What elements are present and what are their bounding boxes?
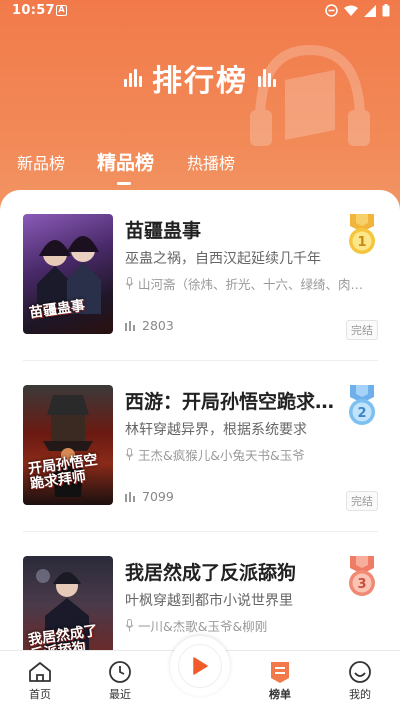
tab-premium[interactable]: 精品榜 bbox=[97, 148, 154, 175]
app-notification-icon: A bbox=[56, 5, 67, 16]
page-title-wrap: 排行榜 bbox=[124, 56, 276, 100]
gold-medal-icon: 1 bbox=[349, 214, 375, 254]
ranking-list: 苗疆蛊事 苗疆蛊事 巫蛊之祸，自西汉起延续几千年 山河斋（徐炜、折光、十六、绿绮… bbox=[0, 190, 400, 660]
book-title[interactable]: 我居然成了反派舔狗 bbox=[125, 558, 340, 585]
play-count-bars-icon bbox=[125, 320, 135, 331]
dnd-icon bbox=[325, 4, 338, 17]
tab-new[interactable]: 新品榜 bbox=[17, 150, 65, 174]
book-description: 巫蛊之祸，自西汉起延续几千年 bbox=[125, 251, 321, 267]
play-icon bbox=[193, 657, 208, 675]
rank-number: 1 bbox=[357, 235, 366, 250]
play-count-value: 2803 bbox=[142, 318, 174, 333]
book-authors: 山河斋（徐炜、折光、十六、绿绮、肉包） bbox=[125, 274, 375, 293]
play-count-bars-icon bbox=[125, 491, 135, 502]
book-authors: 一川&杰歌&玉爷&柳刚 bbox=[125, 616, 375, 635]
home-icon bbox=[29, 662, 51, 682]
nav-ranking[interactable]: 榜单 bbox=[250, 659, 310, 702]
profile-icon bbox=[349, 661, 371, 683]
book-description: 林轩穿越异界，根据系统要求 bbox=[125, 422, 307, 438]
ranking-icon bbox=[271, 662, 289, 683]
book-title[interactable]: 西游：开局孙悟空跪求拜师 bbox=[125, 387, 340, 414]
tab-active-indicator bbox=[117, 182, 131, 185]
microphone-icon bbox=[125, 448, 134, 461]
book-description: 叶枫穿越到都市小说世界里 bbox=[125, 593, 293, 609]
play-count: 7099 bbox=[125, 489, 174, 504]
nav-profile[interactable]: 我的 bbox=[330, 659, 390, 702]
ranking-tabs: 新品榜 精品榜 热播榜 bbox=[0, 150, 400, 186]
authors-text: 王杰&疯猴儿&小兔天书&玉爷 bbox=[138, 448, 305, 463]
book-cover[interactable]: 开局孙悟空跪求拜师 bbox=[23, 385, 113, 505]
silver-medal-icon: 2 bbox=[349, 385, 375, 425]
authors-text: 山河斋（徐炜、折光、十六、绿绮、肉包） bbox=[137, 277, 375, 292]
nav-ranking-label: 榜单 bbox=[269, 688, 291, 701]
play-count-value: 7099 bbox=[142, 489, 174, 504]
wifi-icon bbox=[344, 5, 358, 16]
status-time: 10:57 bbox=[12, 3, 55, 18]
nav-home[interactable]: 首页 bbox=[10, 659, 70, 702]
book-cover[interactable]: 我居然成了反派舔狗 bbox=[23, 556, 113, 660]
sound-bars-icon bbox=[258, 69, 276, 87]
rank-number: 2 bbox=[357, 406, 366, 421]
nav-profile-label: 我的 bbox=[349, 688, 371, 701]
book-cover[interactable]: 苗疆蛊事 bbox=[23, 214, 113, 334]
list-item[interactable]: 苗疆蛊事 苗疆蛊事 巫蛊之祸，自西汉起延续几千年 山河斋（徐炜、折光、十六、绿绮… bbox=[0, 190, 400, 360]
rank-number: 3 bbox=[357, 577, 366, 592]
tab-hot[interactable]: 热播榜 bbox=[187, 150, 235, 174]
status-badge: 完结 bbox=[346, 491, 378, 511]
list-item[interactable]: 开局孙悟空跪求拜师 西游：开局孙悟空跪求拜师 林轩穿越异界，根据系统要求 王杰&… bbox=[0, 361, 400, 531]
sound-bars-icon bbox=[124, 69, 142, 87]
book-title[interactable]: 苗疆蛊事 bbox=[125, 216, 340, 243]
signal-icon bbox=[364, 4, 376, 17]
microphone-icon bbox=[125, 277, 134, 290]
microphone-icon bbox=[125, 619, 134, 632]
battery-icon bbox=[382, 4, 390, 17]
book-authors: 王杰&疯猴儿&小兔天书&玉爷 bbox=[125, 445, 375, 464]
nav-home-label: 首页 bbox=[29, 688, 51, 701]
clock-icon bbox=[109, 661, 131, 683]
player-button[interactable] bbox=[170, 636, 230, 696]
bronze-medal-icon: 3 bbox=[349, 556, 375, 596]
nav-recent-label: 最近 bbox=[109, 688, 131, 701]
nav-recent[interactable]: 最近 bbox=[90, 659, 150, 702]
authors-text: 一川&杰歌&玉爷&柳刚 bbox=[138, 619, 268, 634]
play-count: 2803 bbox=[125, 318, 174, 333]
status-badge: 完结 bbox=[346, 320, 378, 340]
page-title: 排行榜 bbox=[152, 64, 248, 99]
status-bar: 10:57 A bbox=[0, 0, 400, 22]
